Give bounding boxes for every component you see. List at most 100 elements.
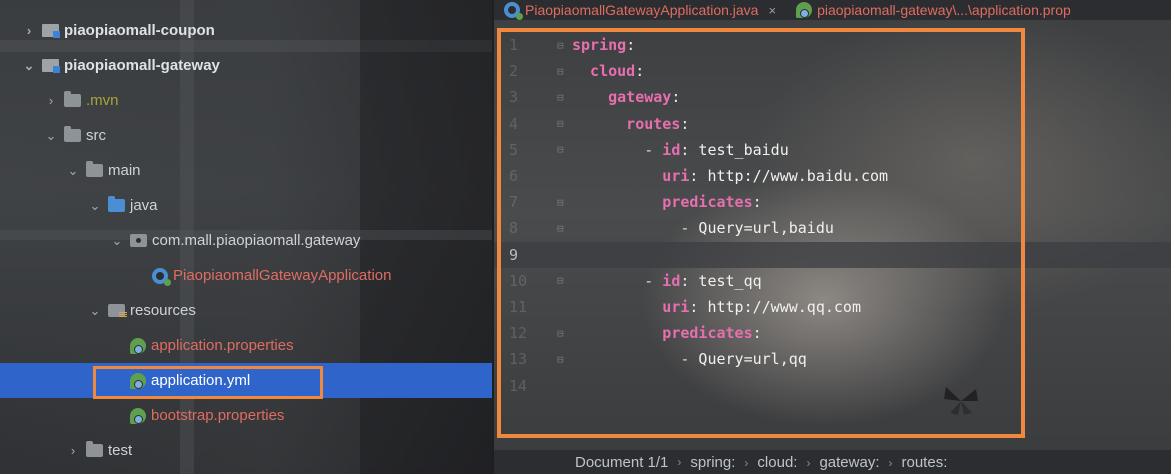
- chevron-down-icon[interactable]: ⌄: [44, 128, 58, 144]
- breadcrumb-item[interactable]: spring:: [690, 454, 735, 471]
- fold-marker-icon[interactable]: ⊟: [557, 117, 564, 130]
- yaml-key: routes: [626, 114, 681, 133]
- chevron-right-icon[interactable]: ›: [66, 443, 80, 458]
- resources-folder-icon: [108, 304, 127, 318]
- chevron-down-icon[interactable]: ⌄: [110, 233, 124, 249]
- code-line[interactable]: 10 ⊟ - id: test_qq: [494, 268, 1171, 294]
- code-line[interactable]: 4 ⊟ routes:: [494, 111, 1171, 137]
- close-icon[interactable]: ×: [768, 3, 776, 18]
- chevron-down-icon[interactable]: ⌄: [66, 163, 80, 179]
- code-line[interactable]: 13 ⊟ - Query=url,qq: [494, 346, 1171, 372]
- code-line[interactable]: 7 ⊟ predicates:: [494, 189, 1171, 215]
- fold-marker-icon[interactable]: ⊟: [557, 196, 564, 209]
- yaml-colon: :: [680, 114, 690, 133]
- separator-icon: ›: [888, 455, 893, 470]
- yaml-colon: :: [671, 88, 681, 107]
- tree-item[interactable]: ⌄ resources: [0, 293, 492, 328]
- fold-marker-icon[interactable]: ⊟: [557, 327, 564, 340]
- line-number: 4: [509, 114, 519, 133]
- line-number: 1: [509, 36, 519, 55]
- fold-marker-icon[interactable]: ⊟: [557, 143, 564, 156]
- breadcrumb-item[interactable]: gateway:: [819, 454, 879, 471]
- line-number: 5: [509, 140, 519, 159]
- tree-item-label: bootstrap.properties: [151, 407, 285, 424]
- editor-tab-bar: PiaopiaomallGatewayApplication.java × piao…: [494, 0, 1171, 20]
- tree-item[interactable]: ⌄ main: [0, 153, 492, 188]
- yaml-colon: :: [626, 36, 636, 55]
- separator-icon: ›: [677, 455, 682, 469]
- tree-item[interactable]: ⌄ com.mall.piaopiaomall.gateway: [0, 223, 492, 258]
- code-line[interactable]: 9: [494, 241, 1171, 268]
- yaml-list-dash: -: [644, 140, 663, 159]
- code-line[interactable]: 3 ⊟ gateway:: [494, 84, 1171, 110]
- fold-marker-icon[interactable]: ⊟: [557, 222, 564, 235]
- yaml-key: id: [662, 271, 681, 290]
- code-line[interactable]: 5 ⊟ - id: test_baidu: [494, 137, 1171, 163]
- tree-item[interactable]: ⌄ src: [0, 118, 492, 153]
- status-bar: Document 1/1 › spring: › cloud: › gateway: › r…: [494, 450, 1171, 474]
- code-line[interactable]: 6 uri: http://www.baidu.com: [494, 163, 1171, 189]
- folder-icon: [64, 126, 81, 142]
- yaml-key: id: [662, 140, 681, 159]
- code-line[interactable]: 8 ⊟ - Query=url,baidu: [494, 215, 1171, 241]
- line-number: 9: [509, 245, 519, 264]
- code-line[interactable]: 11 uri: http://www.qq.com: [494, 294, 1171, 320]
- editor-tab[interactable]: PiaopiaomallGatewayApplication.java ×: [494, 0, 786, 20]
- chevron-down-icon[interactable]: ⌄: [22, 58, 36, 74]
- tree-item-label: resources: [130, 302, 196, 319]
- line-number: 6: [509, 167, 519, 186]
- fold-marker-icon[interactable]: ⊟: [557, 65, 564, 78]
- tree-item[interactable]: PiaopiaomallGatewayApplication: [0, 258, 492, 293]
- fold-marker-icon[interactable]: ⊟: [557, 39, 564, 52]
- tree-item[interactable]: › piaopiaomall-coupon: [0, 13, 492, 48]
- code-text: routes:: [626, 115, 689, 133]
- tree-item[interactable]: application.properties: [0, 328, 492, 363]
- yaml-value: http://www.qq.com: [698, 297, 861, 316]
- source-folder-icon: [108, 196, 125, 212]
- editor-panel: PiaopiaomallGatewayApplication.java × piao…: [494, 0, 1171, 474]
- tree-item[interactable]: bootstrap.properties: [0, 398, 492, 433]
- code-area[interactable]: 1 ⊟ spring: 2 ⊟ cloud: 3 ⊟ gateway: 4 ⊟ routes: 5 ⊟ - …: [494, 32, 1171, 399]
- spring-config-icon: [130, 407, 146, 424]
- separator-icon: ›: [806, 455, 811, 470]
- tree-item[interactable]: › .mvn: [0, 83, 492, 118]
- tree-item-label: piaopiaomall-gateway: [64, 57, 220, 74]
- fold-marker-icon[interactable]: ⊟: [557, 353, 564, 366]
- code-text: gateway:: [608, 88, 680, 106]
- separator-icon: ›: [744, 455, 749, 470]
- tree-item-label: application.properties: [151, 337, 294, 354]
- code-text: - Query=url,baidu: [680, 219, 834, 237]
- chevron-down-icon[interactable]: ⌄: [88, 198, 102, 214]
- tree-item[interactable]: ⌄ piaopiaomall-gateway: [0, 48, 492, 83]
- tree-item-label: test: [108, 442, 133, 459]
- fold-marker-icon[interactable]: ⊟: [557, 274, 564, 287]
- tree-item[interactable]: application.yml: [0, 363, 492, 398]
- fold-marker-icon[interactable]: ⊟: [557, 91, 564, 104]
- yaml-key: uri: [662, 297, 690, 316]
- tab-label: piaopiaomall-gateway\...\application.pro…: [817, 2, 1071, 18]
- project-tree-panel: › piaopiaomall-coupon ⌄ piaopiaomall-gatewa…: [0, 0, 492, 474]
- code-line[interactable]: 1 ⊟ spring:: [494, 32, 1171, 58]
- tree-item[interactable]: ⌄ java: [0, 188, 492, 223]
- line-number: 2: [509, 62, 519, 81]
- package-icon: [130, 234, 147, 247]
- tree-item[interactable]: › test: [0, 433, 492, 468]
- code-line[interactable]: 12 ⊟ predicates:: [494, 320, 1171, 346]
- breadcrumb-item[interactable]: routes:: [902, 454, 948, 471]
- yaml-value: Query=url,qq: [698, 350, 807, 369]
- yaml-key: predicates: [662, 193, 753, 212]
- code-line[interactable]: 14: [494, 372, 1171, 398]
- line-number: 14: [509, 376, 528, 395]
- chevron-down-icon[interactable]: ⌄: [88, 303, 102, 319]
- tree-item-label: piaopiaomall-coupon: [64, 22, 215, 39]
- code-text: uri: http://www.baidu.com: [662, 167, 888, 185]
- chevron-right-icon[interactable]: ›: [22, 23, 36, 38]
- yaml-value: http://www.baidu.com: [698, 167, 889, 186]
- breadcrumb-item[interactable]: cloud:: [757, 454, 797, 471]
- code-text: - id: test_baidu: [644, 141, 789, 159]
- yaml-colon: :: [635, 62, 645, 81]
- chevron-right-icon[interactable]: ›: [44, 93, 58, 108]
- editor-tab[interactable]: piaopiaomall-gateway\...\application.pro…: [786, 0, 1081, 20]
- line-number: 11: [509, 297, 528, 316]
- code-line[interactable]: 2 ⊟ cloud:: [494, 58, 1171, 84]
